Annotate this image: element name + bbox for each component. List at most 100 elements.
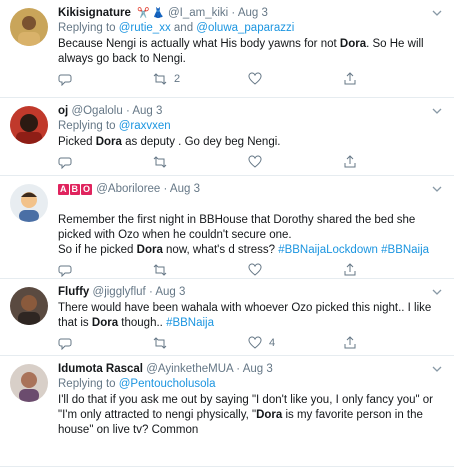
timestamp[interactable]: Aug 3 xyxy=(170,183,200,195)
retweet-icon xyxy=(153,337,167,349)
hashtag-link[interactable]: #BBNaija xyxy=(166,317,214,329)
display-name[interactable]: oj xyxy=(58,105,68,117)
replying-to: Replying to @rutie_xx and @oluwa_paparaz… xyxy=(58,21,444,36)
share-button[interactable] xyxy=(343,336,438,350)
share-icon xyxy=(344,72,356,85)
avatar[interactable] xyxy=(10,287,48,325)
share-icon xyxy=(344,336,356,349)
reply-icon xyxy=(58,74,72,86)
separator: · xyxy=(148,286,153,298)
share-button[interactable] xyxy=(343,72,438,86)
text-segment-bold: Dora xyxy=(136,244,163,256)
separator: · xyxy=(231,7,236,19)
text-segment: Because Nengi is actually what His body … xyxy=(58,38,340,50)
avatar[interactable] xyxy=(10,106,48,144)
text-segment: though.. xyxy=(118,317,167,329)
tweet-header: ABO @Aboriloree · Aug 3 xyxy=(58,182,444,197)
timestamp[interactable]: Aug 3 xyxy=(243,363,273,375)
text-segment: So if he picked xyxy=(58,244,134,256)
avatar[interactable] xyxy=(10,364,48,402)
mention-link[interactable]: @Pentoucholusola xyxy=(119,378,216,390)
tweet-text: Picked Dora as deputy . Go dey beg Nengi… xyxy=(58,135,444,150)
tweet-text: I'll do that if you ask me out by saying… xyxy=(58,393,444,438)
timestamp[interactable]: Aug 3 xyxy=(132,105,162,117)
tweet[interactable]: Fluffy @jigglyfluf · Aug 3 There would h… xyxy=(0,279,454,356)
display-name[interactable]: Fluffy xyxy=(58,286,89,298)
text-segment-bold: Dora xyxy=(91,317,119,329)
heart-icon xyxy=(248,72,262,85)
tweet-header: Idumota Rascal @AyinketheMUA · Aug 3 xyxy=(58,362,444,377)
chevron-down-icon[interactable] xyxy=(432,184,442,194)
reply-button[interactable] xyxy=(58,72,153,86)
avatar[interactable] xyxy=(10,8,48,46)
reply-button[interactable] xyxy=(58,336,153,350)
reply-icon xyxy=(58,265,72,277)
separator: · xyxy=(125,105,130,117)
name-badge[interactable]: A xyxy=(58,184,69,195)
retweet-count: 2 xyxy=(174,73,181,85)
retweet-button[interactable] xyxy=(153,336,248,350)
avatar[interactable] xyxy=(10,184,48,222)
like-count: 4 xyxy=(269,337,276,349)
replying-prefix: Replying to xyxy=(58,22,116,34)
tweet-text: There would have been wahala with whoeve… xyxy=(58,301,444,331)
tweet-header: Kikisignature ✂️ 👗 @I_am_kiki · Aug 3 xyxy=(58,6,444,21)
tweet[interactable]: Idumota Rascal @AyinketheMUA · Aug 3 Rep… xyxy=(0,356,454,467)
chevron-down-icon[interactable] xyxy=(432,8,442,18)
display-name[interactable]: Idumota Rascal xyxy=(58,363,143,375)
tweet-actions: 4 xyxy=(58,331,444,355)
heart-icon xyxy=(248,336,262,349)
share-icon xyxy=(344,155,356,168)
timestamp[interactable]: Aug 3 xyxy=(155,286,185,298)
handle[interactable]: @Ogalolu xyxy=(71,105,122,117)
handle[interactable]: @I_am_kiki xyxy=(168,7,228,19)
mention-link[interactable]: @raxvxen xyxy=(119,120,171,132)
name-emoji: ✂️ 👗 xyxy=(137,8,165,19)
handle[interactable]: @Aboriloree xyxy=(96,183,160,195)
text-segment-bold: Dora xyxy=(95,136,122,148)
replying-to: Replying to @raxvxen xyxy=(58,119,444,134)
separator: · xyxy=(236,363,241,375)
like-button[interactable] xyxy=(248,155,343,169)
tweet-feed: Kikisignature ✂️ 👗 @I_am_kiki · Aug 3 Re… xyxy=(0,0,454,467)
replying-prefix: Replying to xyxy=(58,378,116,390)
text-segment: Remember the first night in BBHouse that… xyxy=(58,214,416,241)
text-segment-bold: Dora xyxy=(339,38,367,50)
handle[interactable]: @jigglyfluf xyxy=(93,286,146,298)
share-button[interactable] xyxy=(343,263,438,277)
reply-button[interactable] xyxy=(58,155,153,169)
timestamp[interactable]: Aug 3 xyxy=(238,7,268,19)
retweet-icon xyxy=(153,264,167,276)
hashtag-link[interactable]: #BBNaija xyxy=(381,244,429,256)
text-segment-bold: Dora xyxy=(256,409,283,421)
chevron-down-icon[interactable] xyxy=(432,106,442,116)
like-button[interactable] xyxy=(248,263,343,277)
chevron-down-icon[interactable] xyxy=(432,287,442,297)
name-badge[interactable]: B xyxy=(69,184,80,195)
name-badge[interactable]: O xyxy=(81,184,93,195)
tweet[interactable]: ABO @Aboriloree · Aug 3 Remember the fir… xyxy=(0,176,454,279)
retweet-button[interactable] xyxy=(153,155,248,169)
retweet-button[interactable] xyxy=(153,263,248,277)
chevron-down-icon[interactable] xyxy=(432,364,442,374)
handle[interactable]: @AyinketheMUA xyxy=(146,363,233,375)
display-name[interactable]: Kikisignature xyxy=(58,7,131,19)
replying-prefix: Replying to xyxy=(58,120,116,132)
tweet[interactable]: oj @Ogalolu · Aug 3 Replying to @raxvxen… xyxy=(0,98,454,176)
like-button[interactable] xyxy=(248,72,343,86)
share-icon xyxy=(344,263,356,276)
tweet-header: Fluffy @jigglyfluf · Aug 3 xyxy=(58,285,444,300)
hashtag-link[interactable]: #BBNaijaLockdown xyxy=(278,244,378,256)
mention-link[interactable]: @oluwa_paparazzi xyxy=(196,22,294,34)
tweet[interactable]: Kikisignature ✂️ 👗 @I_am_kiki · Aug 3 Re… xyxy=(0,0,454,98)
retweet-button[interactable]: 2 xyxy=(153,72,248,86)
tweet-text: Remember the first night in BBHouse that… xyxy=(58,198,444,258)
text-segment: as deputy . Go dey beg Nengi. xyxy=(121,136,281,148)
like-button[interactable]: 4 xyxy=(248,336,343,350)
reply-icon xyxy=(58,338,72,350)
separator: · xyxy=(163,183,168,195)
share-button[interactable] xyxy=(343,155,438,169)
tweet-header: oj @Ogalolu · Aug 3 xyxy=(58,104,444,119)
mention-link[interactable]: @rutie_xx xyxy=(119,22,171,34)
reply-button[interactable] xyxy=(58,263,153,277)
